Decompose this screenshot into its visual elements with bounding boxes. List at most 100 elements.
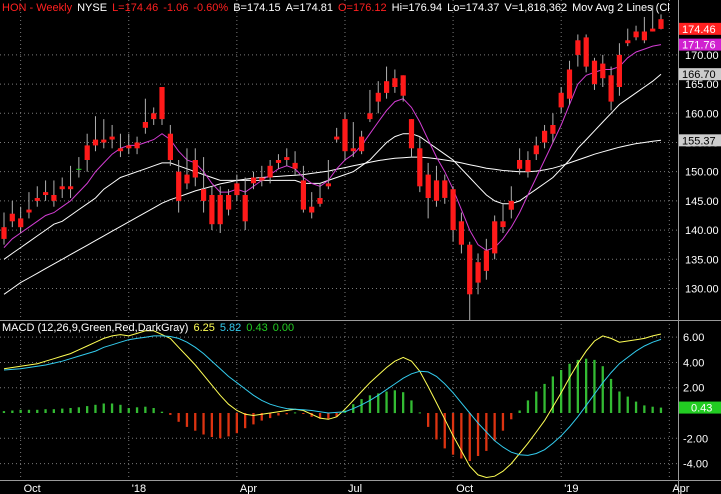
candle-body <box>1 227 7 239</box>
value-label-text: 166.70 <box>682 69 716 81</box>
candle-body <box>400 75 406 96</box>
candle-body <box>433 180 440 201</box>
macd-histogram-bar <box>277 413 280 416</box>
macd-histogram-bar <box>127 408 130 414</box>
price-tick-label: 145.00 <box>685 196 719 208</box>
time-tick-label: Jul <box>348 483 362 494</box>
hist-value: 0.43 <box>246 322 268 334</box>
macd-tick-label: 6.00 <box>683 332 704 344</box>
candle-body <box>126 145 132 149</box>
candle-body <box>359 136 365 152</box>
candle-body <box>633 31 639 38</box>
macd-value-label-text: 0.43 <box>691 403 712 415</box>
time-tick-label: Apr <box>672 483 689 494</box>
candle-body <box>334 136 340 140</box>
macd-tick-label: 4.00 <box>683 357 704 369</box>
candle-body <box>408 119 415 149</box>
candle-body <box>500 221 506 228</box>
macd-histogram-bar <box>135 407 139 413</box>
macd-histogram-bar <box>626 396 629 413</box>
high-price: Hi=176.94 <box>391 2 443 14</box>
macd-histogram-bar <box>501 413 505 431</box>
ask-price: A=174.81 <box>285 2 333 14</box>
candle-body <box>641 31 647 41</box>
macd-tick-label: 2.00 <box>683 383 704 395</box>
candle-body <box>142 122 148 128</box>
macd-histogram-bar <box>269 413 272 419</box>
chart-background <box>0 0 721 494</box>
candle-body <box>292 162 298 169</box>
candle-body <box>384 81 390 93</box>
extra-value: 0.00 <box>272 322 295 334</box>
bid-price: B=174.15 <box>233 2 281 14</box>
candle-body <box>525 160 531 172</box>
macd-histogram-bar <box>493 413 496 441</box>
macd-histogram-bar <box>568 363 571 413</box>
stock-chart[interactable]: 130.00135.00140.00145.00150.00155.00160.… <box>0 0 721 494</box>
macd-histogram-bar <box>2 411 6 413</box>
candle-body <box>43 192 49 195</box>
macd-histogram-bar <box>160 411 164 413</box>
macd-histogram-bar <box>244 413 247 429</box>
macd-histogram-bar <box>327 413 330 419</box>
change-value: -1.06 <box>163 2 189 14</box>
candle-body <box>317 198 323 204</box>
macd-histogram-bar <box>601 366 604 413</box>
macd-value: 6.25 <box>193 322 215 334</box>
macd-histogram-bar <box>576 359 579 413</box>
price-tick-label: 135.00 <box>685 254 719 266</box>
macd-histogram-bar <box>468 413 471 461</box>
macd-histogram-bar <box>618 391 621 413</box>
candle-body <box>134 142 140 149</box>
macd-histogram-bar <box>86 406 89 414</box>
candle-body <box>467 244 473 295</box>
macd-header: MACD (12,26,9,Green,Red,DarkGray) 6.25 5.8… <box>2 322 299 334</box>
candle-body <box>109 136 115 140</box>
candle-body <box>51 195 57 201</box>
time-tick-label: Oct <box>456 483 473 494</box>
candle-body <box>542 130 548 143</box>
price-tick-label: 130.00 <box>685 283 719 295</box>
macd-histogram-bar <box>427 413 430 427</box>
candle-body <box>367 113 373 120</box>
candle-body <box>209 195 215 225</box>
macd-histogram-bar <box>144 406 147 413</box>
open-price: O=176.12 <box>338 2 387 14</box>
macd-histogram-bar <box>368 395 372 413</box>
macd-histogram-bar <box>110 403 114 413</box>
candle-body <box>300 180 306 210</box>
price-tick-label: 160.00 <box>685 108 719 120</box>
candle-body <box>417 148 423 187</box>
macd-histogram-bar <box>302 413 305 414</box>
macd-histogram-bar <box>27 409 31 413</box>
low-price: Lo=174.37 <box>447 2 500 14</box>
candle-body <box>234 183 240 196</box>
candle-body <box>492 221 498 254</box>
candle-body <box>151 113 157 120</box>
candle-body <box>59 186 65 190</box>
macd-histogram-bar <box>418 412 421 414</box>
macd-tick-label: -4.00 <box>683 459 708 471</box>
candle-body <box>475 262 481 283</box>
candle-body <box>658 19 664 29</box>
macd-histogram-bar <box>235 413 238 434</box>
candle-body <box>117 148 124 152</box>
candle-body <box>176 171 182 201</box>
candle-body <box>533 145 539 155</box>
last-price: L=174.46 <box>112 2 159 14</box>
candle-body <box>442 180 448 198</box>
price-tick-label: 170.00 <box>685 50 719 62</box>
overlay-label: Mov Avg 2 Lines (Cl <box>572 2 670 14</box>
candle-body <box>350 148 356 152</box>
candle-body <box>192 160 198 178</box>
candle-body <box>583 37 589 67</box>
value-label-text: 174.46 <box>682 24 716 36</box>
candle-body <box>550 125 556 134</box>
price-header: HON - Weekly NYSE L=174.46 -1.06 -0.60% B=174… <box>2 2 675 14</box>
candle-body <box>508 200 514 210</box>
macd-histogram-bar <box>152 408 155 414</box>
candle-body <box>201 189 207 201</box>
macd-histogram-bar <box>593 359 596 413</box>
macd-histogram-bar <box>119 404 122 413</box>
signal-value: 5.82 <box>219 322 242 334</box>
